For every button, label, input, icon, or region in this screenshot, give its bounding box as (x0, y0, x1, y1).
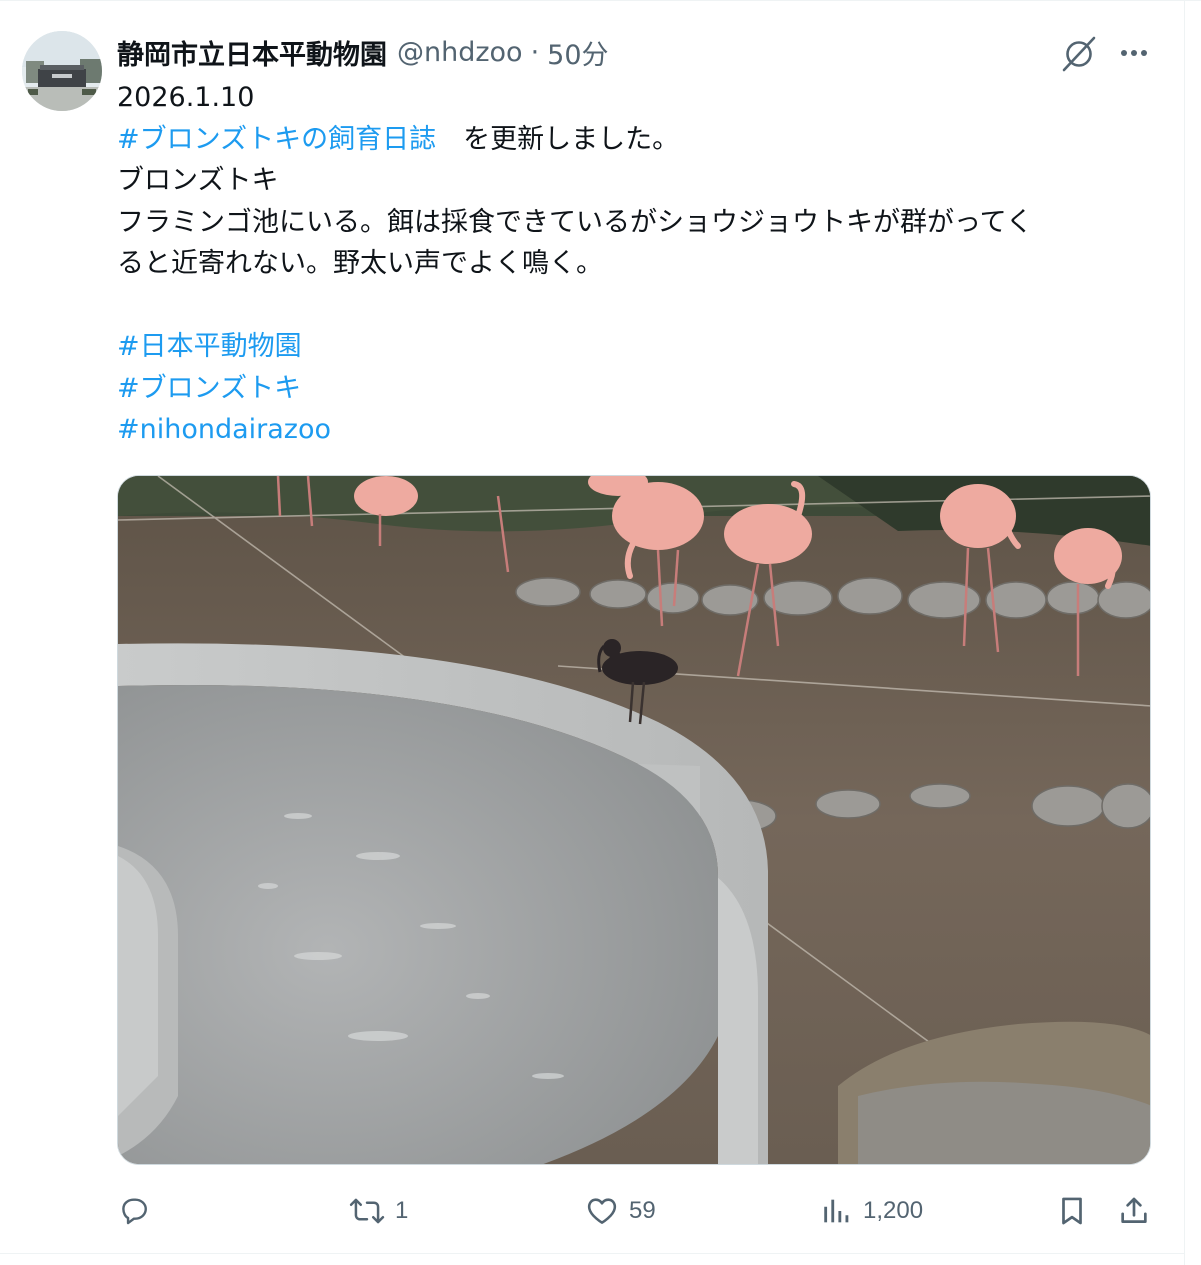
like-button[interactable]: 59 (585, 1189, 656, 1233)
reply-button[interactable] (117, 1189, 161, 1233)
hashtag-line: #ブロンズトキ (117, 368, 1147, 410)
bookmark-button[interactable] (1055, 1189, 1089, 1233)
hashtag-line: #nihondairazoo (117, 409, 1147, 451)
tweet-photo[interactable] (117, 475, 1151, 1165)
views-count: 1,200 (863, 1197, 924, 1224)
hashtag-link[interactable]: #ブロンズトキ (117, 373, 301, 404)
note-line: フラミンゴ池にいる。餌は採食できているがショウジョウトキが群がってく (117, 206, 1033, 238)
flamingo-pond-photo (118, 476, 1150, 1164)
hashtag-link[interactable]: #日本平動物園 (117, 331, 302, 362)
tweet[interactable]: 静岡市立日本平動物園 @nhdzoo · 50分 2026.1.10 #ブロンズ… (0, 0, 1201, 1265)
heart-icon (587, 1198, 617, 1224)
like-count: 59 (629, 1197, 656, 1224)
display-name[interactable]: 静岡市立日本平動物園 (117, 33, 387, 72)
hashtag-link[interactable]: #ブロンズトキの飼育日誌 (117, 124, 436, 155)
user-handle[interactable]: @nhdzoo (397, 37, 523, 68)
avatar-image (22, 31, 102, 111)
note-line: ると近寄れない。野太い声でよく鳴く。 (117, 248, 603, 279)
hashtag-line: #日本平動物園 (117, 326, 1147, 368)
action-bar: 1 59 1,200 (117, 1189, 1157, 1233)
tweet-divider (0, 1253, 1185, 1254)
tweet-text: 2026.1.10 #ブロンズトキの飼育日誌 を更新しました。 ブロンズトキ フ… (117, 77, 1147, 451)
diary-suffix: を更新しました。 (436, 123, 680, 155)
avatar[interactable] (22, 31, 102, 111)
separator-dot: · (530, 36, 540, 68)
diary-line: #ブロンズトキの飼育日誌 を更新しました。 (117, 119, 1147, 161)
share-icon (1121, 1197, 1147, 1223)
timestamp[interactable]: 50分 (547, 33, 608, 72)
grok-icon[interactable] (1058, 33, 1100, 75)
column-divider (1184, 1, 1185, 1265)
species-line: ブロンズトキ (117, 165, 279, 196)
views-icon (824, 1199, 849, 1223)
more-icon[interactable] (1114, 33, 1154, 73)
date-line: 2026.1.10 (117, 82, 255, 113)
repost-count: 1 (395, 1197, 409, 1224)
hashtag-link[interactable]: #nihondairazoo (117, 414, 331, 445)
views-button[interactable]: 1,200 (821, 1189, 923, 1233)
repost-button[interactable]: 1 (349, 1189, 408, 1233)
tweet-header: 静岡市立日本平動物園 @nhdzoo · 50分 (117, 31, 609, 73)
bookmark-icon (1062, 1197, 1082, 1225)
share-button[interactable] (1117, 1189, 1151, 1233)
repost-icon (349, 1198, 385, 1224)
reply-icon (122, 1198, 147, 1225)
